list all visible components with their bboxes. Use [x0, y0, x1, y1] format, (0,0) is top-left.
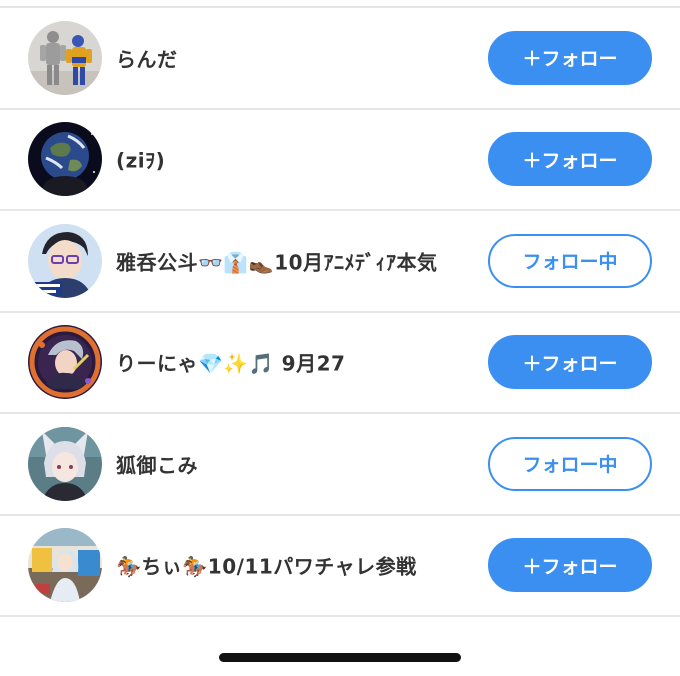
user-name[interactable]: (ziｦ) — [116, 145, 165, 174]
earth-avatar-icon — [28, 122, 102, 197]
list-item[interactable]: 🏇ちぃ🏇10/11パワチャレ参戦 ＋フォロー — [0, 516, 680, 617]
following-button[interactable]: フォロー中 — [488, 233, 652, 288]
user-name[interactable]: らんだ — [116, 43, 178, 72]
user-list: らんだ ＋フォロー (ziｦ) ＋フォロー 雅呑公斗👓👔👞10月ｱﾆﾒﾃﾞｨｱ本… — [0, 8, 680, 617]
avatar[interactable] — [28, 122, 102, 197]
anime-character-avatar-icon — [28, 325, 102, 400]
avatar[interactable] — [28, 223, 102, 298]
list-item[interactable]: 狐御こみ フォロー中 — [0, 414, 680, 516]
user-name[interactable]: 雅呑公斗👓👔👞10月ｱﾆﾒﾃﾞｨｱ本気 — [116, 246, 438, 275]
avatar[interactable] — [28, 528, 102, 603]
following-button[interactable]: フォロー中 — [488, 436, 652, 491]
follow-button[interactable]: ＋フォロー — [488, 30, 652, 85]
action-figures-avatar-icon — [28, 20, 102, 95]
racing-game-avatar-icon — [28, 528, 102, 603]
list-item[interactable]: 雅呑公斗👓👔👞10月ｱﾆﾒﾃﾞｨｱ本気 フォロー中 — [0, 211, 680, 313]
user-name[interactable]: 🏇ちぃ🏇10/11パワチャレ参戦 — [116, 551, 417, 580]
follow-button[interactable]: ＋フォロー — [488, 335, 652, 390]
list-item[interactable]: りーにゃ💎✨🎵 9月27 ＋フォロー — [0, 313, 680, 414]
avatar[interactable] — [28, 325, 102, 400]
follow-list-screen: らんだ ＋フォロー (ziｦ) ＋フォロー 雅呑公斗👓👔👞10月ｱﾆﾒﾃﾞｨｱ本… — [0, 0, 680, 676]
follow-button[interactable]: ＋フォロー — [488, 538, 652, 593]
fox-ears-avatar-icon — [28, 426, 102, 501]
list-item[interactable]: (ziｦ) ＋フォロー — [0, 110, 680, 211]
avatar[interactable] — [28, 426, 102, 501]
user-name[interactable]: りーにゃ💎✨🎵 9月27 — [116, 348, 345, 377]
list-item[interactable]: らんだ ＋フォロー — [0, 8, 680, 110]
home-indicator[interactable] — [219, 653, 461, 662]
avatar[interactable] — [28, 20, 102, 95]
follow-button[interactable]: ＋フォロー — [488, 132, 652, 187]
anime-glasses-avatar-icon — [28, 223, 102, 298]
user-name[interactable]: 狐御こみ — [116, 449, 198, 478]
